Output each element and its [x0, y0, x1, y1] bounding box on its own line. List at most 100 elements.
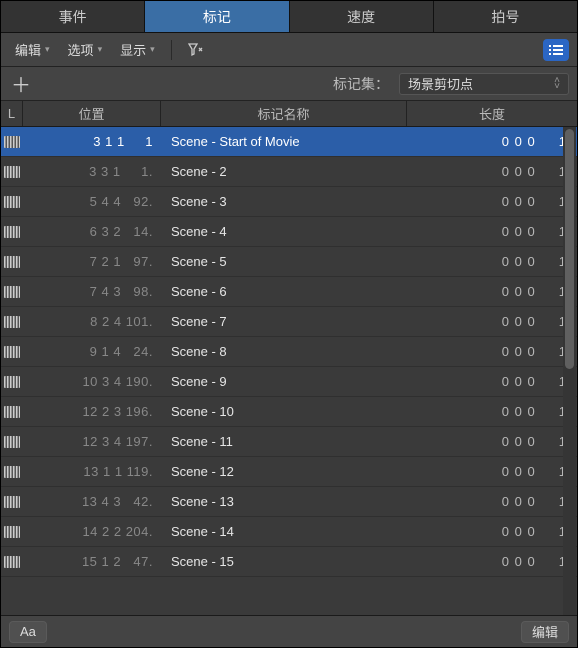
- row-length[interactable]: 0 0 0 1: [422, 344, 577, 359]
- row-marker-name[interactable]: Scene - 11: [161, 434, 422, 449]
- row-type-cell: [1, 286, 23, 298]
- row-position[interactable]: 15 1 2 47.: [23, 554, 161, 569]
- movie-marker-icon: [4, 196, 20, 208]
- row-length[interactable]: 0 0 0 1: [422, 374, 577, 389]
- row-marker-name[interactable]: Scene - 10: [161, 404, 422, 419]
- movie-marker-icon: [4, 556, 20, 568]
- options-menu-label: 选项: [68, 40, 94, 59]
- marker-set-label: 标记集：: [333, 74, 389, 94]
- row-length[interactable]: 0 0 0 1: [422, 464, 577, 479]
- row-type-cell: [1, 166, 23, 178]
- row-marker-name[interactable]: Scene - 3: [161, 194, 422, 209]
- row-length[interactable]: 0 0 0 1: [422, 524, 577, 539]
- table-row[interactable]: 5 4 4 92.Scene - 30 0 0 1: [1, 187, 577, 217]
- table-row[interactable]: 7 2 1 97.Scene - 50 0 0 1: [1, 247, 577, 277]
- footer-edit-label: 编辑: [532, 622, 558, 641]
- footer-edit-button[interactable]: 编辑: [521, 621, 569, 643]
- row-length[interactable]: 0 0 0 1: [422, 134, 577, 149]
- row-type-cell: [1, 256, 23, 268]
- col-header-pos[interactable]: 位置: [23, 101, 161, 126]
- font-button[interactable]: Aa: [9, 621, 47, 643]
- list-view-button[interactable]: [543, 39, 569, 61]
- row-position[interactable]: 8 2 4 101.: [23, 314, 161, 329]
- row-position[interactable]: 14 2 2 204.: [23, 524, 161, 539]
- edit-menu-label: 编辑: [15, 40, 41, 59]
- row-length[interactable]: 0 0 0 1: [422, 554, 577, 569]
- table-row[interactable]: 12 3 4 197.Scene - 110 0 0 1: [1, 427, 577, 457]
- table-row[interactable]: 14 2 2 204.Scene - 140 0 0 1: [1, 517, 577, 547]
- col-header-name[interactable]: 标记名称: [161, 101, 407, 126]
- row-marker-name[interactable]: Scene - 8: [161, 344, 422, 359]
- row-marker-name[interactable]: Scene - 14: [161, 524, 422, 539]
- row-marker-name[interactable]: Scene - 5: [161, 254, 422, 269]
- row-position[interactable]: 3 3 1 1.: [23, 164, 161, 179]
- row-position[interactable]: 10 3 4 190.: [23, 374, 161, 389]
- table-row[interactable]: 13 1 1 119.Scene - 120 0 0 1: [1, 457, 577, 487]
- row-marker-name[interactable]: Scene - 12: [161, 464, 422, 479]
- toolbar-divider: [171, 40, 172, 60]
- row-type-cell: [1, 496, 23, 508]
- add-marker-button[interactable]: ＋: [9, 72, 33, 96]
- row-length[interactable]: 0 0 0 1: [422, 254, 577, 269]
- table-row[interactable]: 15 1 2 47.Scene - 150 0 0 1: [1, 547, 577, 577]
- row-position[interactable]: 13 4 3 42.: [23, 494, 161, 509]
- options-menu[interactable]: 选项 ▾: [62, 37, 109, 62]
- movie-marker-icon: [4, 166, 20, 178]
- row-marker-name[interactable]: Scene - 15: [161, 554, 422, 569]
- row-marker-name[interactable]: Scene - 4: [161, 224, 422, 239]
- marker-set-select[interactable]: 场景剪切点 ˄˅: [399, 73, 569, 95]
- col-header-len[interactable]: 长度: [407, 101, 577, 126]
- row-length[interactable]: 0 0 0 1: [422, 284, 577, 299]
- table-row[interactable]: 6 3 2 14.Scene - 40 0 0 1: [1, 217, 577, 247]
- row-length[interactable]: 0 0 0 1: [422, 494, 577, 509]
- tab-1[interactable]: 标记: [145, 1, 289, 32]
- row-marker-name[interactable]: Scene - 7: [161, 314, 422, 329]
- row-marker-name[interactable]: Scene - 2: [161, 164, 422, 179]
- toolbar: 编辑 ▾ 选项 ▾ 显示 ▾: [1, 33, 577, 67]
- tab-3[interactable]: 拍号: [434, 1, 577, 32]
- row-length[interactable]: 0 0 0 1: [422, 434, 577, 449]
- edit-menu[interactable]: 编辑 ▾: [9, 37, 56, 62]
- row-length[interactable]: 0 0 0 1: [422, 314, 577, 329]
- row-type-cell: [1, 316, 23, 328]
- row-position[interactable]: 7 2 1 97.: [23, 254, 161, 269]
- row-type-cell: [1, 136, 23, 148]
- row-marker-name[interactable]: Scene - 13: [161, 494, 422, 509]
- row-position[interactable]: 9 1 4 24.: [23, 344, 161, 359]
- updown-icon: ˄˅: [554, 78, 560, 90]
- row-position[interactable]: 7 4 3 98.: [23, 284, 161, 299]
- filter-button[interactable]: [182, 40, 210, 60]
- table-row[interactable]: 8 2 4 101.Scene - 70 0 0 1: [1, 307, 577, 337]
- row-position[interactable]: 13 1 1 119.: [23, 464, 161, 479]
- table-row[interactable]: 12 2 3 196.Scene - 100 0 0 1: [1, 397, 577, 427]
- table-row[interactable]: 3 1 1 1Scene - Start of Movie0 0 0 1: [1, 127, 577, 157]
- display-menu[interactable]: 显示 ▾: [114, 37, 161, 62]
- row-marker-name[interactable]: Scene - Start of Movie: [161, 134, 422, 149]
- tab-0[interactable]: 事件: [1, 1, 145, 32]
- table-row[interactable]: 3 3 1 1.Scene - 20 0 0 1: [1, 157, 577, 187]
- row-length[interactable]: 0 0 0 1: [422, 164, 577, 179]
- row-marker-name[interactable]: Scene - 6: [161, 284, 422, 299]
- scrollbar-thumb[interactable]: [565, 129, 574, 369]
- row-position[interactable]: 12 3 4 197.: [23, 434, 161, 449]
- row-position[interactable]: 6 3 2 14.: [23, 224, 161, 239]
- movie-marker-icon: [4, 286, 20, 298]
- table-row[interactable]: 7 4 3 98.Scene - 60 0 0 1: [1, 277, 577, 307]
- vertical-scrollbar[interactable]: [563, 127, 576, 615]
- table-row[interactable]: 10 3 4 190.Scene - 90 0 0 1: [1, 367, 577, 397]
- col-header-l[interactable]: L: [1, 101, 23, 126]
- chevron-down-icon: ▾: [45, 44, 50, 55]
- row-length[interactable]: 0 0 0 1: [422, 404, 577, 419]
- row-position[interactable]: 5 4 4 92.: [23, 194, 161, 209]
- row-type-cell: [1, 376, 23, 388]
- table-row[interactable]: 13 4 3 42.Scene - 130 0 0 1: [1, 487, 577, 517]
- table-row[interactable]: 9 1 4 24.Scene - 80 0 0 1: [1, 337, 577, 367]
- row-length[interactable]: 0 0 0 1: [422, 224, 577, 239]
- tab-label: 事件: [59, 7, 87, 27]
- row-position[interactable]: 12 2 3 196.: [23, 404, 161, 419]
- marker-table-body: 3 1 1 1Scene - Start of Movie0 0 0 13 3 …: [1, 127, 577, 615]
- row-position[interactable]: 3 1 1 1: [23, 134, 161, 149]
- tab-2[interactable]: 速度: [290, 1, 434, 32]
- row-marker-name[interactable]: Scene - 9: [161, 374, 422, 389]
- row-length[interactable]: 0 0 0 1: [422, 194, 577, 209]
